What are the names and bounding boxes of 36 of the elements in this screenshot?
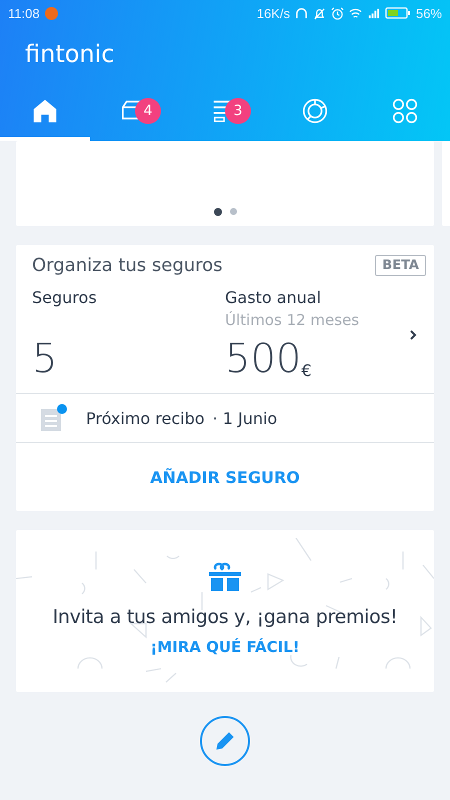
count-badge: 4 [135, 98, 161, 124]
nav-tab[interactable]: 4 [90, 85, 180, 141]
card-title: Organiza tus seguros [32, 255, 223, 276]
beta-tag: BETA [375, 255, 426, 276]
muted-bell-icon [312, 6, 326, 20]
receipt-icon [38, 403, 68, 433]
battery-icon [384, 7, 411, 19]
status-time: 11:08 [8, 6, 40, 20]
invite-message: Invita a tus amigos y, ¡gana premios! [52, 606, 398, 628]
network-speed: 16K/s [256, 6, 290, 20]
add-insurance-button[interactable]: AÑADIR SEGURO [16, 443, 434, 511]
signal-icon [366, 6, 380, 20]
receipt-date: · 1 Junio [212, 408, 278, 428]
app-title: fintonic [24, 39, 116, 70]
battery-percentage: 56% [416, 6, 442, 20]
grid-icon [390, 96, 420, 126]
edit-button[interactable] [200, 716, 250, 766]
app-notification-icon [44, 6, 58, 20]
page-dot[interactable] [214, 208, 222, 216]
donut-chart-icon [300, 96, 330, 126]
stat-value: 500 [225, 339, 302, 379]
how-it-works-link[interactable]: ¡MIRA QUÉ FÁCIL! [150, 638, 300, 656]
stat-label: Seguros [32, 288, 98, 307]
next-receipt: Próximo recibo [86, 408, 205, 428]
headphones-icon [294, 6, 308, 20]
alarm-icon [330, 6, 344, 20]
gift-icon [208, 562, 242, 592]
stat-sublabel: Últimos 12 meses [225, 311, 360, 329]
stat-value: 5 [32, 339, 58, 379]
page-dot[interactable] [230, 208, 236, 215]
wifi-icon [348, 6, 362, 20]
stat-label: Gasto anual [225, 288, 322, 307]
nav-tab[interactable]: 3 [180, 85, 270, 141]
chevron-right-icon[interactable] [408, 328, 418, 342]
currency-symbol: € [301, 363, 312, 379]
count-badge: 3 [225, 98, 251, 124]
